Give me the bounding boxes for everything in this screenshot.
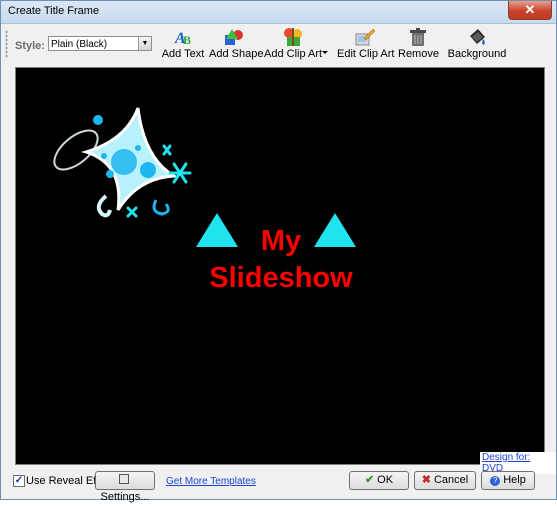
close-button[interactable]: ✕	[508, 1, 552, 20]
title-text-box[interactable]: My Slideshow	[196, 223, 366, 297]
add-shape-icon	[225, 29, 243, 45]
add-shape-label: Add Shape	[209, 48, 264, 60]
style-label: Style:	[15, 40, 45, 52]
title-line-2: Slideshow	[209, 262, 353, 294]
svg-text:B: B	[183, 33, 191, 47]
background-label: Background	[447, 48, 507, 60]
help-button[interactable]: ? Help	[481, 471, 535, 490]
add-text-button[interactable]: A B Add Text	[161, 26, 205, 62]
cancel-button[interactable]: ✖ Cancel	[414, 471, 476, 490]
add-text-icon: A B	[174, 30, 191, 47]
checkmark-icon: ✔	[364, 474, 375, 486]
remove-button[interactable]: Remove	[398, 26, 439, 62]
ok-label: OK	[377, 474, 394, 486]
toolbar-grip[interactable]	[5, 30, 8, 58]
title-bar: Create Title Frame ✕	[1, 1, 556, 24]
add-clip-art-icon	[284, 28, 302, 46]
edit-clip-art-icon	[355, 28, 376, 46]
paint-bucket-icon	[470, 29, 485, 45]
add-clip-art-label: Add Clip Art	[264, 48, 323, 60]
create-title-frame-dialog: Create Title Frame ✕ Style: Plain (Black…	[0, 0, 557, 503]
toolbar: Style: Plain (Black) ▼ A B Add Text Add …	[1, 24, 556, 64]
edit-clip-art-button[interactable]: Edit Clip Art	[337, 26, 395, 62]
style-dropdown-value: Plain (Black)	[51, 39, 108, 50]
title-line-1: My	[260, 225, 302, 257]
background-button[interactable]: Background	[446, 26, 508, 62]
edit-clip-art-label: Edit Clip Art	[337, 48, 395, 60]
add-clip-art-button[interactable]: Add Clip Art	[264, 26, 322, 62]
title-frame-canvas[interactable]: My Slideshow	[15, 67, 545, 465]
sparkle-clip-art[interactable]	[46, 100, 196, 250]
get-more-templates-link[interactable]: Get More Templates	[166, 476, 256, 487]
add-text-label: Add Text	[161, 48, 205, 60]
dialog-footer: ✓ Use Reveal Effect Settings... Get More…	[1, 467, 556, 503]
chevron-down-icon[interactable]: ▼	[138, 37, 151, 50]
help-label: Help	[503, 474, 526, 486]
cancel-label: Cancel	[433, 474, 469, 486]
remove-label: Remove	[398, 48, 439, 60]
add-clip-art-dropdown-icon[interactable]	[322, 51, 328, 54]
help-icon: ?	[490, 476, 501, 486]
reveal-effect-checkbox[interactable]: ✓	[13, 475, 25, 487]
style-dropdown[interactable]: Plain (Black) ▼	[48, 36, 152, 51]
ok-button[interactable]: ✔ OK	[349, 471, 409, 490]
window-title: Create Title Frame	[8, 5, 100, 17]
trash-icon	[410, 28, 426, 46]
cancel-icon: ✖	[421, 474, 431, 486]
settings-icon	[118, 474, 129, 484]
add-shape-button[interactable]: Add Shape	[209, 26, 264, 62]
settings-label: Settings...	[100, 491, 150, 503]
settings-button[interactable]: Settings...	[95, 471, 155, 503]
